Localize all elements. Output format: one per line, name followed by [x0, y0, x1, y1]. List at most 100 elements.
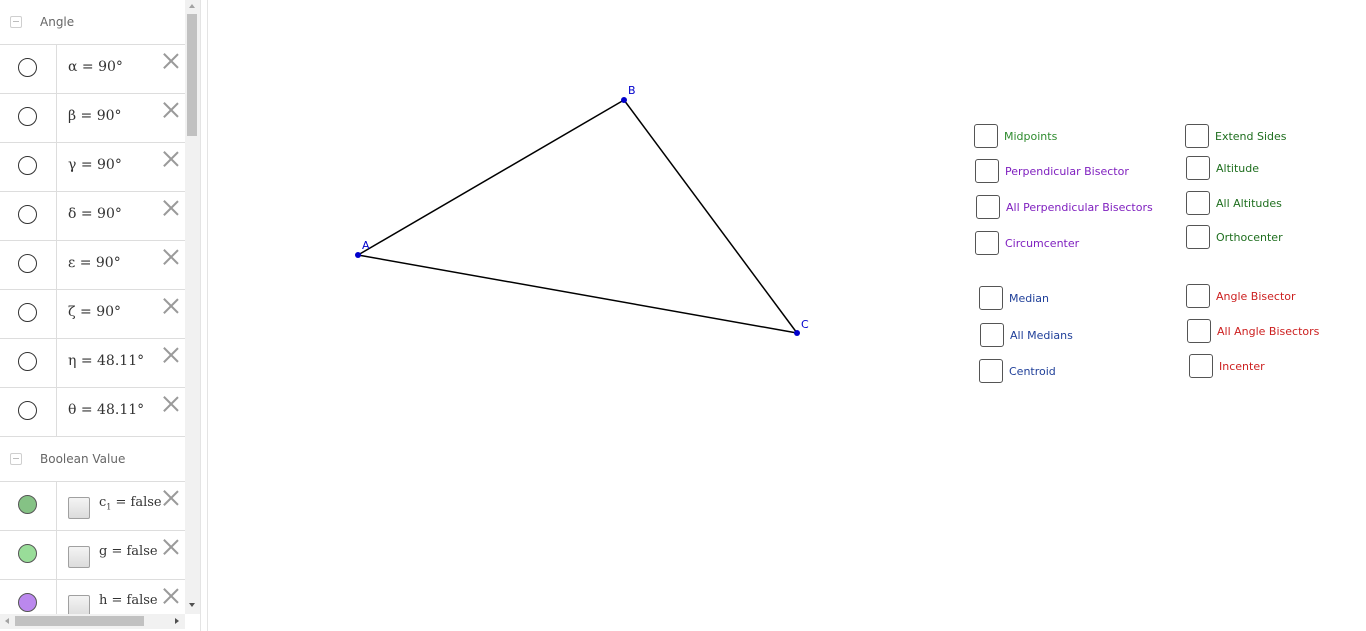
algebra-row[interactable]: α = 90°	[0, 45, 185, 94]
formula-text[interactable]: γ = 90°	[68, 157, 122, 173]
checkbox-label[interactable]: Altitude	[1216, 162, 1259, 175]
checkbox-label[interactable]: All Perpendicular Bisectors	[1006, 201, 1153, 214]
checkbox-orthocenter[interactable]: Orthocenter	[1186, 224, 1283, 250]
checkbox-centroid[interactable]: Centroid	[979, 358, 1056, 384]
checkbox-box[interactable]	[976, 195, 1000, 219]
checkbox-label[interactable]: Extend Sides	[1215, 130, 1287, 143]
collapse-icon[interactable]	[10, 16, 22, 28]
visibility-toggle[interactable]	[18, 495, 37, 514]
point-label-b[interactable]: B	[628, 84, 636, 97]
checkbox-extend-sides[interactable]: Extend Sides	[1185, 123, 1287, 149]
graphics-view[interactable]: A B C Midpoints Perpendicular Bisector A…	[208, 0, 1366, 631]
checkbox-angle-bisector[interactable]: Angle Bisector	[1186, 283, 1296, 309]
scroll-up-icon[interactable]	[189, 4, 195, 8]
close-icon[interactable]	[163, 396, 179, 412]
horizontal-scrollbar[interactable]	[0, 614, 185, 629]
checkbox-label[interactable]: All Medians	[1010, 329, 1073, 342]
algebra-row[interactable]: η = 48.11°	[0, 339, 185, 388]
close-icon[interactable]	[163, 539, 179, 555]
close-icon[interactable]	[163, 249, 179, 265]
checkbox-midpoints[interactable]: Midpoints	[974, 123, 1057, 149]
checkbox-label[interactable]: Angle Bisector	[1216, 290, 1296, 303]
checkbox-label[interactable]: Perpendicular Bisector	[1005, 165, 1129, 178]
checkbox-box[interactable]	[1185, 124, 1209, 148]
view-splitter[interactable]	[200, 0, 208, 631]
boolean-checkbox[interactable]	[68, 497, 90, 519]
boolean-checkbox[interactable]	[68, 546, 90, 568]
segment-ca[interactable]	[357, 254, 798, 334]
checkbox-label[interactable]: Orthocenter	[1216, 231, 1283, 244]
algebra-row[interactable]: ζ = 90°	[0, 290, 185, 339]
formula-text[interactable]: c1 = false	[99, 495, 162, 512]
group-header-boolean[interactable]: Boolean Value	[0, 437, 185, 482]
checkbox-all-perpendicular-bisectors[interactable]: All Perpendicular Bisectors	[976, 194, 1153, 220]
close-icon[interactable]	[163, 298, 179, 314]
formula-text[interactable]: α = 90°	[68, 59, 123, 75]
point-a[interactable]	[355, 252, 361, 258]
checkbox-box[interactable]	[975, 231, 999, 255]
algebra-row[interactable]: c1 = false	[0, 482, 185, 531]
algebra-row[interactable]: δ = 90°	[0, 192, 185, 241]
formula-text[interactable]: ζ = 90°	[68, 304, 121, 320]
formula-text[interactable]: h = false	[99, 593, 158, 608]
collapse-icon[interactable]	[10, 453, 22, 465]
checkbox-box[interactable]	[1189, 354, 1213, 378]
checkbox-label[interactable]: Median	[1009, 292, 1049, 305]
checkbox-box[interactable]	[1186, 284, 1210, 308]
visibility-toggle[interactable]	[18, 303, 37, 322]
visibility-toggle[interactable]	[18, 205, 37, 224]
point-label-c[interactable]: C	[801, 318, 809, 331]
checkbox-incenter[interactable]: Incenter	[1189, 353, 1265, 379]
algebra-row[interactable]: γ = 90°	[0, 143, 185, 192]
point-b[interactable]	[621, 97, 627, 103]
checkbox-altitude[interactable]: Altitude	[1186, 155, 1259, 181]
visibility-toggle[interactable]	[18, 401, 37, 420]
algebra-row[interactable]: g = false	[0, 531, 185, 580]
algebra-row[interactable]: ε = 90°	[0, 241, 185, 290]
segment-ab[interactable]	[357, 99, 625, 256]
point-label-a[interactable]: A	[362, 239, 370, 252]
visibility-toggle[interactable]	[18, 58, 37, 77]
algebra-row[interactable]: β = 90°	[0, 94, 185, 143]
checkbox-all-medians[interactable]: All Medians	[980, 322, 1073, 348]
checkbox-circumcenter[interactable]: Circumcenter	[975, 230, 1079, 256]
visibility-toggle[interactable]	[18, 156, 37, 175]
scroll-left-icon[interactable]	[5, 618, 9, 624]
formula-text[interactable]: g = false	[99, 544, 158, 559]
checkbox-label[interactable]: All Angle Bisectors	[1217, 325, 1319, 338]
close-icon[interactable]	[163, 53, 179, 69]
checkbox-median[interactable]: Median	[979, 285, 1049, 311]
formula-text[interactable]: ε = 90°	[68, 255, 121, 271]
drawing-canvas[interactable]: A B C	[208, 0, 1366, 631]
formula-text[interactable]: θ = 48.11°	[68, 402, 144, 418]
visibility-toggle[interactable]	[18, 107, 37, 126]
checkbox-box[interactable]	[974, 124, 998, 148]
point-c[interactable]	[794, 330, 800, 336]
scrollbar-thumb[interactable]	[187, 14, 197, 136]
checkbox-all-angle-bisectors[interactable]: All Angle Bisectors	[1187, 318, 1319, 344]
checkbox-box[interactable]	[1186, 225, 1210, 249]
checkbox-box[interactable]	[980, 323, 1004, 347]
close-icon[interactable]	[163, 588, 179, 604]
checkbox-label[interactable]: Circumcenter	[1005, 237, 1079, 250]
segment-bc[interactable]	[623, 99, 798, 334]
checkbox-label[interactable]: All Altitudes	[1216, 197, 1282, 210]
formula-text[interactable]: η = 48.11°	[68, 353, 144, 369]
checkbox-label[interactable]: Incenter	[1219, 360, 1265, 373]
visibility-toggle[interactable]	[18, 352, 37, 371]
group-header-angle[interactable]: Angle	[0, 0, 185, 45]
visibility-toggle[interactable]	[18, 544, 37, 563]
scrollbar-thumb[interactable]	[15, 616, 144, 626]
close-icon[interactable]	[163, 151, 179, 167]
checkbox-all-altitudes[interactable]: All Altitudes	[1186, 190, 1282, 216]
checkbox-box[interactable]	[1186, 156, 1210, 180]
checkbox-box[interactable]	[1186, 191, 1210, 215]
checkbox-box[interactable]	[979, 286, 1003, 310]
scroll-down-icon[interactable]	[189, 603, 195, 607]
formula-text[interactable]: δ = 90°	[68, 206, 122, 222]
close-icon[interactable]	[163, 490, 179, 506]
close-icon[interactable]	[163, 200, 179, 216]
close-icon[interactable]	[163, 102, 179, 118]
checkbox-perpendicular-bisector[interactable]: Perpendicular Bisector	[975, 158, 1129, 184]
close-icon[interactable]	[163, 347, 179, 363]
